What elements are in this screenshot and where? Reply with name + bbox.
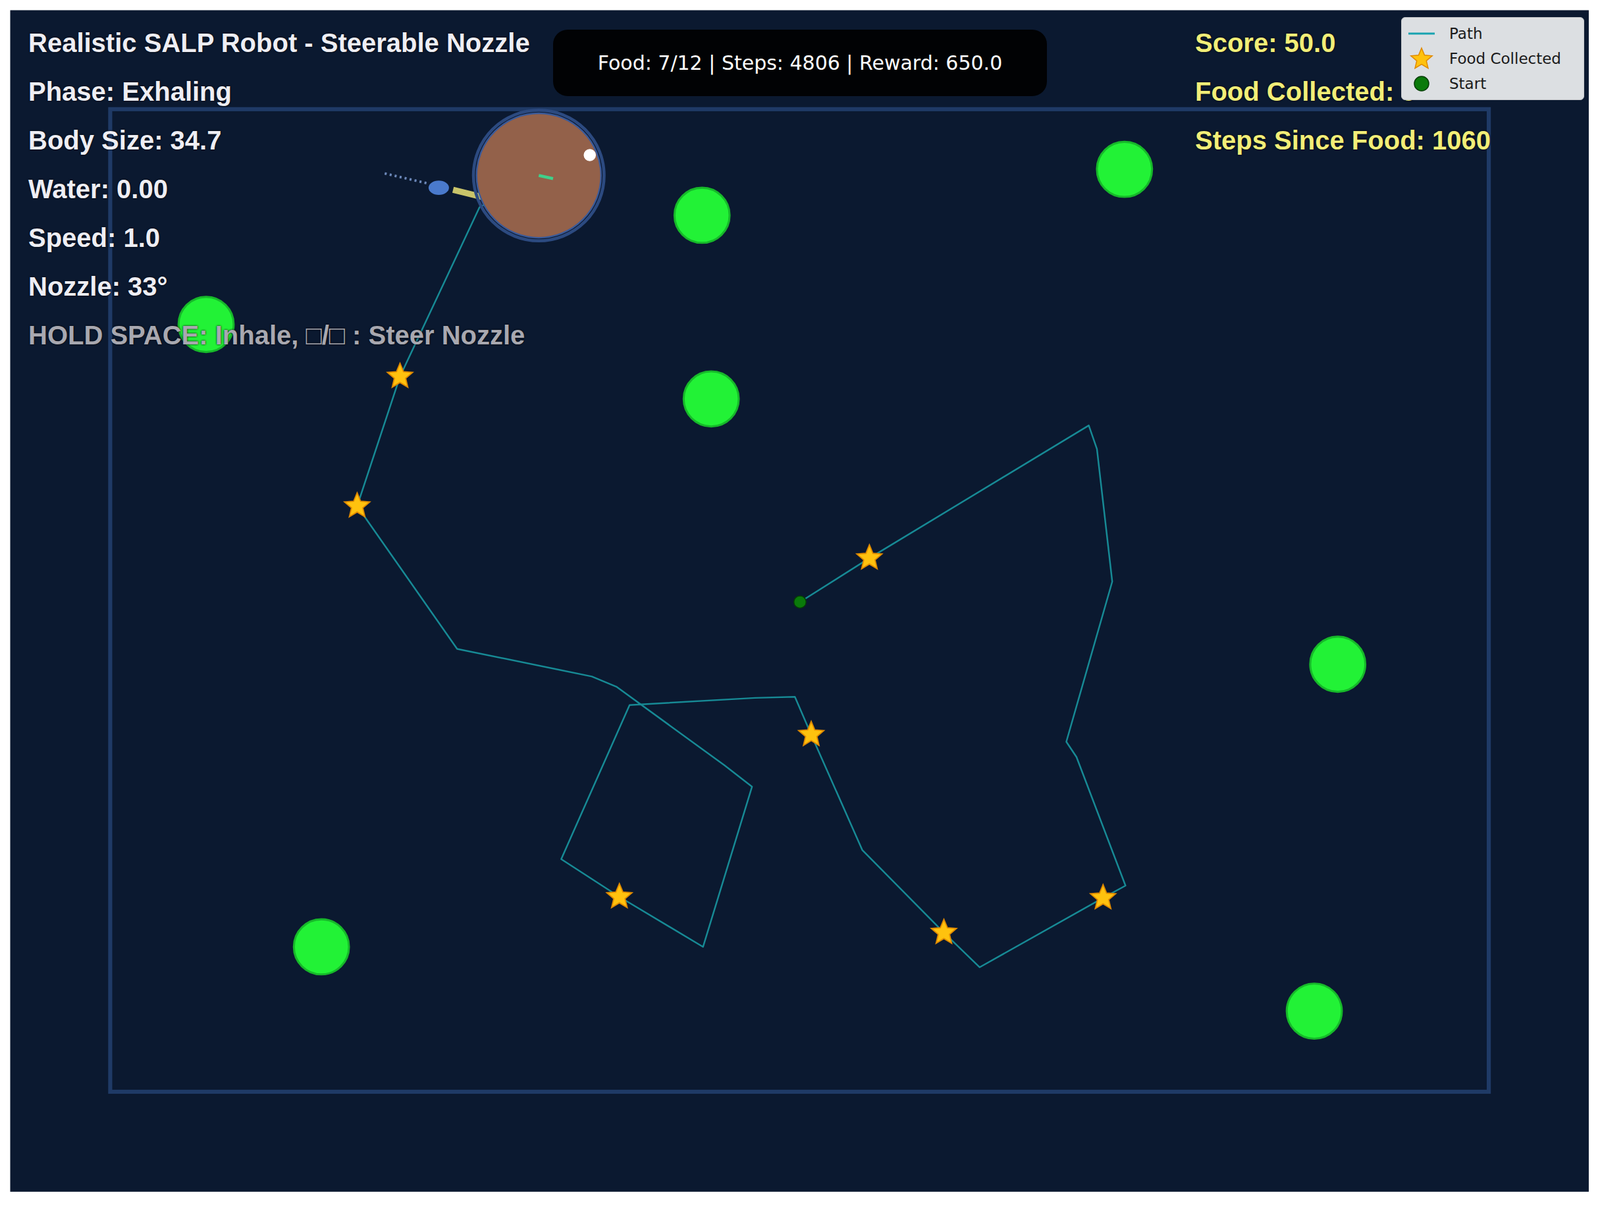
- food-pellet: [1286, 983, 1342, 1040]
- food-pellet: [683, 371, 739, 427]
- hud-title: Realistic SALP Robot - Steerable Nozzle: [28, 18, 531, 68]
- game-screen: Realistic SALP Robot - Steerable NozzleP…: [0, 0, 1600, 1205]
- salp-robot: [384, 109, 604, 241]
- hud-stat: Water: 0.00: [28, 164, 531, 214]
- hud-stat: Phase: Exhaling: [28, 67, 531, 116]
- collected-star-icon: [1090, 884, 1116, 908]
- collected-star-icon: [387, 363, 413, 388]
- game-canvas: [0, 0, 1600, 1205]
- path-line-icon: [1407, 26, 1437, 41]
- arena-border: [109, 109, 1489, 1092]
- collected-star-icon: [344, 492, 370, 517]
- collected-star-icon: [607, 883, 633, 908]
- start-dot-icon: [1407, 74, 1437, 93]
- hud-stat: Speed: 1.0: [28, 213, 531, 263]
- hud-stat: Body Size: 34.7: [28, 115, 531, 165]
- status-banner: Food: 7/12 | Steps: 4806 | Reward: 650.0: [553, 29, 1047, 97]
- legend-item: Start: [1407, 71, 1579, 96]
- collected-star-icon: [856, 544, 882, 569]
- hud-stat: Nozzle: 33°: [28, 262, 531, 311]
- food-pellet: [1096, 141, 1153, 197]
- legend-item: Path: [1407, 21, 1579, 46]
- legend-item: Food Collected: [1407, 46, 1579, 71]
- hud-hint: HOLD SPACE: Inhale, □/□ : Steer Nozzle: [28, 310, 531, 360]
- collected-star-icon: [798, 721, 824, 746]
- collected-star-icon: [931, 919, 957, 943]
- start-marker: [794, 595, 807, 609]
- hud-score-line: Steps Since Food: 1060: [1195, 115, 1491, 165]
- hud-left: Realistic SALP Robot - Steerable NozzleP…: [28, 18, 531, 360]
- food-pellet: [293, 919, 349, 975]
- food-pellet: [674, 187, 730, 243]
- legend: PathFood CollectedStart: [1401, 17, 1585, 101]
- robot-path: [356, 175, 1126, 968]
- food-pellet: [1310, 636, 1366, 693]
- star-icon: [1407, 46, 1437, 71]
- water-background: [9, 9, 1589, 1192]
